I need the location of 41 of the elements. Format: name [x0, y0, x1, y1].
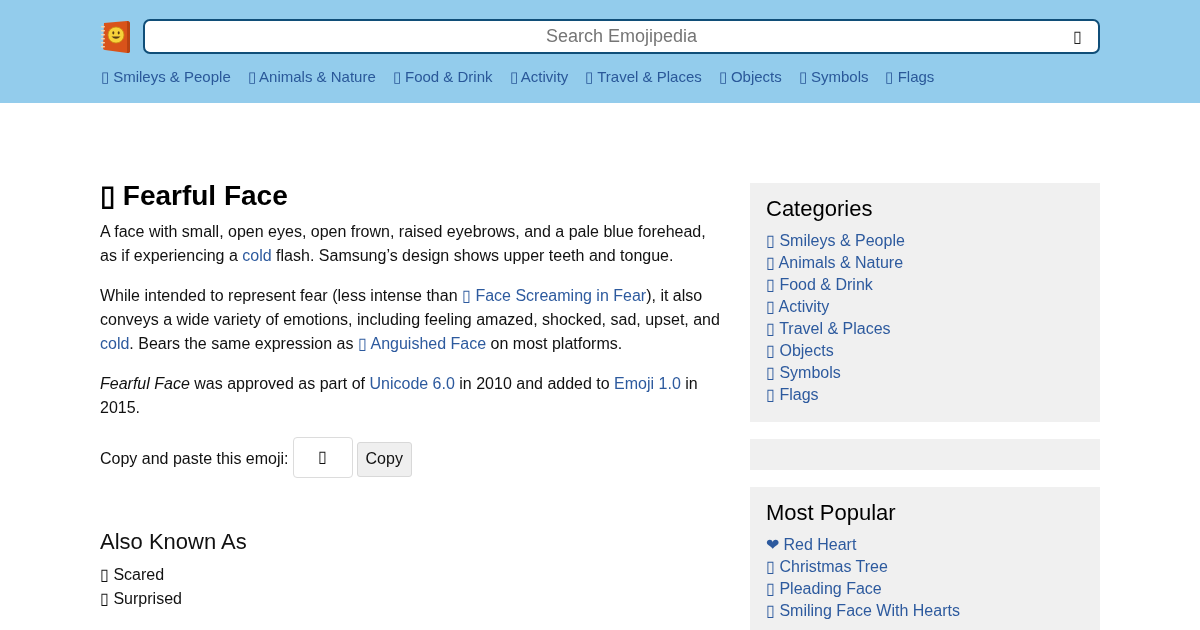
- search-field[interactable]: Search Emojipedia ▯: [143, 19, 1100, 54]
- alias-item: ▯ Surprised: [100, 589, 182, 609]
- paragraph: Fearful Face was approved as part of Unicode 6.0 in 2010 and added to Emoji 1.0 in 2015.: [100, 374, 699, 418]
- text-link[interactable]: ▯ Anguished Face: [357, 335, 487, 352]
- text-link[interactable]: Emoji 1.0: [614, 375, 681, 392]
- book-logo-icon[interactable]: [100, 19, 131, 54]
- copy-button[interactable]: Copy: [356, 441, 412, 477]
- text-link[interactable]: Unicode 6.0: [369, 375, 455, 392]
- popular-link[interactable]: ▯ Smiling Face With Hearts: [766, 600, 960, 622]
- nav-link[interactable]: ▯ Travel & Places: [585, 67, 702, 87]
- panel-heading: Categories: [766, 195, 874, 223]
- category-link[interactable]: ▯ Flags: [766, 384, 819, 406]
- nav-link[interactable]: ▯ Symbols: [798, 67, 869, 87]
- nav-link[interactable]: ▯ Animals & Nature: [247, 67, 376, 87]
- category-link[interactable]: ▯ Objects: [766, 340, 834, 362]
- popular-link[interactable]: ▯ Christmas Tree: [766, 556, 888, 578]
- category-link[interactable]: ▯ Food & Drink: [766, 274, 873, 296]
- nav-link[interactable]: ▯ Flags: [885, 67, 935, 87]
- category-link[interactable]: ▯ Activity: [766, 296, 830, 318]
- emoji-copy-field[interactable]: ▯: [292, 437, 353, 478]
- category-link[interactable]: ▯ Travel & Places: [766, 318, 891, 340]
- page-title: ▯ Fearful Face: [100, 180, 289, 212]
- paragraph: A face with small, open eyes, open frown, raised eyebrows, and a pale blue forehead, as if experiencing a cold flash. Samsung’s design shows upper teeth and tongue.: [100, 222, 707, 266]
- copy-label: Copy and paste this emoji:: [100, 449, 289, 469]
- search-icon[interactable]: ▯: [1073, 27, 1082, 47]
- nav-link[interactable]: ▯ Food & Drink: [392, 67, 493, 87]
- category-link[interactable]: ▯ Animals & Nature: [766, 252, 904, 274]
- nav-link[interactable]: ▯ Objects: [718, 67, 782, 87]
- panel-heading: Most Popular: [766, 499, 897, 527]
- nav-link[interactable]: ▯ Activity: [509, 67, 569, 87]
- category-link[interactable]: ▯ Smileys & People: [766, 230, 905, 252]
- popular-link[interactable]: ❤ Red Heart: [766, 534, 857, 556]
- section-heading: Also Known As: [100, 528, 248, 556]
- text-link[interactable]: cold: [100, 335, 130, 352]
- nav-link[interactable]: ▯ Smileys & People: [101, 67, 231, 87]
- alias-item: ▯ Scared: [100, 565, 165, 585]
- text-link[interactable]: cold: [242, 247, 272, 264]
- popular-link[interactable]: ▯ Pleading Face: [766, 578, 882, 600]
- paragraph: While intended to represent fear (less intense than ▯ Face Screaming in Fear), it also conveys a wide variety of emotions, including feeling amazed, shocked, sad, upset, and cold. Bears the same expression as ▯ Anguished Face on most platforms.: [100, 286, 720, 354]
- category-link[interactable]: ▯ Symbols: [766, 362, 841, 384]
- text-link[interactable]: ▯ Face Screaming in Fear: [462, 287, 647, 304]
